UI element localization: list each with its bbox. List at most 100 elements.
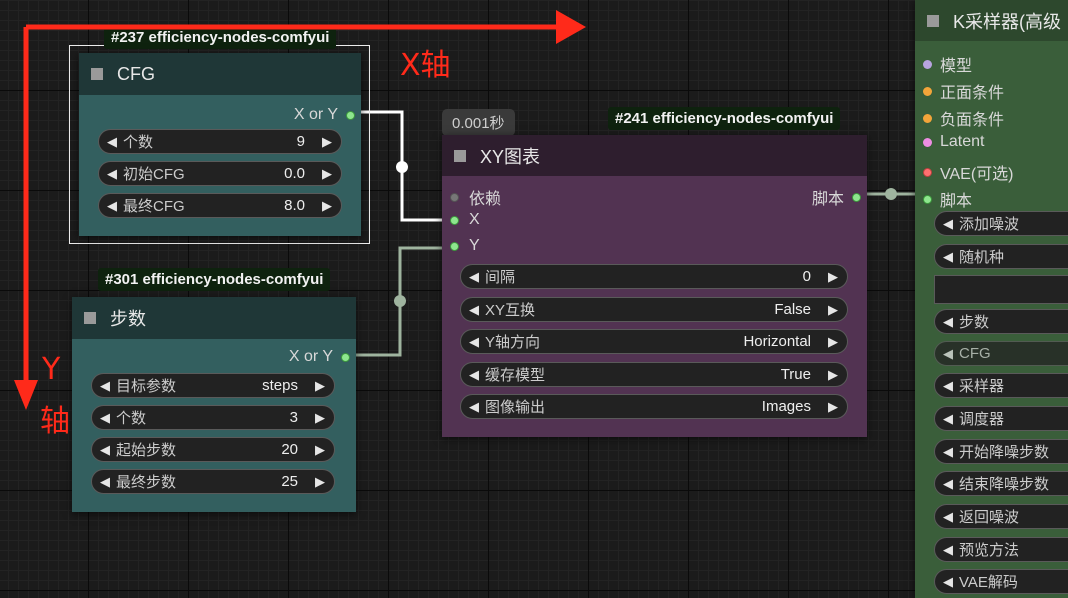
ksampler-widget-start-at-step[interactable]: ◀ 开始降噪步数 — [934, 439, 1068, 464]
collapse-icon[interactable] — [454, 149, 466, 162]
arrow-left-icon[interactable]: ◀ — [940, 574, 956, 590]
arrow-left-icon[interactable]: ◀ — [466, 334, 482, 350]
input-dot-icon[interactable] — [450, 192, 459, 202]
arrow-left-icon[interactable]: ◀ — [104, 166, 120, 182]
xy-plot-node[interactable]: XY图表 依赖 X Y 脚本 ◀ 间隔 0 ▶ ◀ XY互换 False ▶ ◀… — [442, 135, 867, 437]
arrow-right-icon[interactable]: ▶ — [825, 334, 841, 350]
x-axis-annotation: X轴 — [400, 48, 451, 83]
ksampler-input-model[interactable]: 模型 — [923, 52, 972, 76]
ksampler-widget-scheduler[interactable]: ◀ 调度器 — [934, 406, 1068, 431]
arrow-right-icon[interactable]: ▶ — [312, 378, 328, 394]
input-dot-icon[interactable] — [923, 194, 932, 204]
ksampler-node-title-bar[interactable]: K采样器(高级 — [915, 0, 1068, 41]
steps-widget-target-param[interactable]: ◀ 目标参数 steps ▶ — [91, 373, 335, 398]
arrow-right-icon[interactable]: ▶ — [825, 367, 841, 383]
steps-node[interactable]: 步数 X or Y ◀ 目标参数 steps ▶ ◀ 个数 3 ▶ ◀ 起始步数… — [72, 297, 356, 512]
arrow-left-icon[interactable]: ◀ — [940, 411, 956, 427]
collapse-icon[interactable] — [91, 68, 103, 80]
arrow-left-icon[interactable]: ◀ — [940, 542, 956, 558]
arrow-left-icon[interactable]: ◀ — [940, 346, 956, 362]
input-dot-icon[interactable] — [450, 215, 459, 225]
xy-node-title: XY图表 — [480, 146, 541, 167]
arrow-left-icon[interactable]: ◀ — [940, 476, 956, 492]
arrow-left-icon[interactable]: ◀ — [940, 509, 956, 525]
arrow-left-icon[interactable]: ◀ — [104, 134, 120, 150]
ksampler-widget-sampler[interactable]: ◀ 采样器 — [934, 373, 1068, 398]
arrow-left-icon[interactable]: ◀ — [97, 378, 113, 394]
output-dot-icon[interactable] — [341, 352, 350, 362]
arrow-left-icon[interactable]: ◀ — [466, 367, 482, 383]
link-steps-to-y-midpoint[interactable] — [394, 295, 406, 307]
xy-input-y[interactable]: Y — [450, 237, 480, 255]
output-dot-icon[interactable] — [852, 192, 861, 202]
xy-input-x[interactable]: X — [450, 211, 480, 229]
arrow-left-icon[interactable]: ◀ — [466, 302, 482, 318]
cfg-widget-start-cfg[interactable]: ◀ 初始CFG 0.0 ▶ — [98, 161, 342, 186]
output-dot-icon[interactable] — [346, 110, 355, 120]
collapse-icon[interactable] — [927, 14, 939, 27]
arrow-right-icon[interactable]: ▶ — [312, 474, 328, 490]
arrow-left-icon[interactable]: ◀ — [104, 198, 120, 214]
xy-widget-flip-xy[interactable]: ◀ XY互换 False ▶ — [460, 297, 848, 322]
ksampler-widget-cfg[interactable]: ◀ CFG — [934, 341, 1068, 366]
link-cfg-to-x-midpoint[interactable] — [396, 161, 408, 173]
cfg-widget-end-cfg[interactable]: ◀ 最终CFG 8.0 ▶ — [98, 193, 342, 218]
xy-output-script[interactable]: 脚本 — [812, 185, 861, 209]
arrow-left-icon[interactable]: ◀ — [466, 269, 482, 285]
arrow-left-icon[interactable]: ◀ — [940, 216, 956, 232]
cfg-widget-count[interactable]: ◀ 个数 9 ▶ — [98, 129, 342, 154]
arrow-left-icon[interactable]: ◀ — [466, 399, 482, 415]
input-dot-icon[interactable] — [450, 241, 459, 251]
arrow-left-icon[interactable]: ◀ — [97, 474, 113, 490]
ksampler-widget-seed[interactable]: ◀ 随机种 — [934, 244, 1068, 269]
xy-widget-spacing[interactable]: ◀ 间隔 0 ▶ — [460, 264, 848, 289]
arrow-right-icon[interactable]: ▶ — [825, 302, 841, 318]
xy-widget-image-output[interactable]: ◀ 图像输出 Images ▶ — [460, 394, 848, 419]
arrow-left-icon[interactable]: ◀ — [940, 314, 956, 330]
arrow-right-icon[interactable]: ▶ — [319, 166, 335, 182]
arrow-left-icon[interactable]: ◀ — [940, 249, 956, 265]
ksampler-widget-add-noise[interactable]: ◀ 添加噪波 — [934, 211, 1068, 236]
input-dot-icon[interactable] — [923, 113, 932, 123]
arrow-right-icon[interactable]: ▶ — [825, 399, 841, 415]
ksampler-widget-preview-method[interactable]: ◀ 预览方法 — [934, 537, 1068, 562]
arrow-right-icon[interactable]: ▶ — [312, 410, 328, 426]
arrow-right-icon[interactable]: ▶ — [312, 442, 328, 458]
ksampler-widget-return-noise[interactable]: ◀ 返回噪波 — [934, 504, 1068, 529]
steps-widget-start-steps[interactable]: ◀ 起始步数 20 ▶ — [91, 437, 335, 462]
arrow-left-icon[interactable]: ◀ — [97, 442, 113, 458]
ksampler-input-latent[interactable]: Latent — [923, 133, 984, 151]
arrow-right-icon[interactable]: ▶ — [319, 198, 335, 214]
arrow-left-icon[interactable]: ◀ — [97, 410, 113, 426]
arrow-left-icon[interactable]: ◀ — [940, 378, 956, 394]
ksampler-input-positive[interactable]: 正面条件 — [923, 79, 1004, 103]
ksampler-widget-steps[interactable]: ◀ 步数 — [934, 309, 1068, 334]
ksampler-input-script[interactable]: 脚本 — [923, 187, 972, 211]
steps-output-slot[interactable]: X or Y — [289, 348, 350, 366]
ksampler-node[interactable]: K采样器(高级 模型 正面条件 负面条件 Latent VAE(可选) 脚本 ◀ — [915, 0, 1068, 598]
ksampler-seed-control-box[interactable] — [934, 275, 1068, 304]
xy-input-dependency[interactable]: 依赖 — [450, 185, 501, 209]
xy-node-title-bar[interactable]: XY图表 — [442, 135, 867, 176]
arrow-right-icon[interactable]: ▶ — [825, 269, 841, 285]
cfg-node-title-bar[interactable]: CFG — [79, 53, 361, 95]
steps-widget-count[interactable]: ◀ 个数 3 ▶ — [91, 405, 335, 430]
arrow-left-icon[interactable]: ◀ — [940, 444, 956, 460]
input-dot-icon[interactable] — [923, 86, 932, 96]
cfg-output-slot[interactable]: X or Y — [294, 106, 355, 124]
collapse-icon[interactable] — [84, 312, 96, 324]
input-dot-icon[interactable] — [923, 167, 932, 177]
ksampler-widget-vae-decode[interactable]: ◀ VAE解码 — [934, 569, 1068, 594]
steps-node-title-bar[interactable]: 步数 — [72, 297, 356, 339]
input-dot-icon[interactable] — [923, 137, 932, 147]
ksampler-input-vae[interactable]: VAE(可选) — [923, 160, 1014, 184]
xy-widget-cache-models[interactable]: ◀ 缓存模型 True ▶ — [460, 362, 848, 387]
arrow-right-icon[interactable]: ▶ — [319, 134, 335, 150]
link-script-midpoint[interactable] — [885, 188, 897, 200]
input-dot-icon[interactable] — [923, 59, 932, 69]
steps-widget-end-steps[interactable]: ◀ 最终步数 25 ▶ — [91, 469, 335, 494]
xy-widget-y-label-orientation[interactable]: ◀ Y轴方向 Horizontal ▶ — [460, 329, 848, 354]
ksampler-widget-end-at-step[interactable]: ◀ 结束降噪步数 — [934, 471, 1068, 496]
cfg-node[interactable]: CFG X or Y ◀ 个数 9 ▶ ◀ 初始CFG 0.0 ▶ ◀ 最终CF… — [79, 53, 361, 236]
ksampler-input-negative[interactable]: 负面条件 — [923, 106, 1004, 130]
